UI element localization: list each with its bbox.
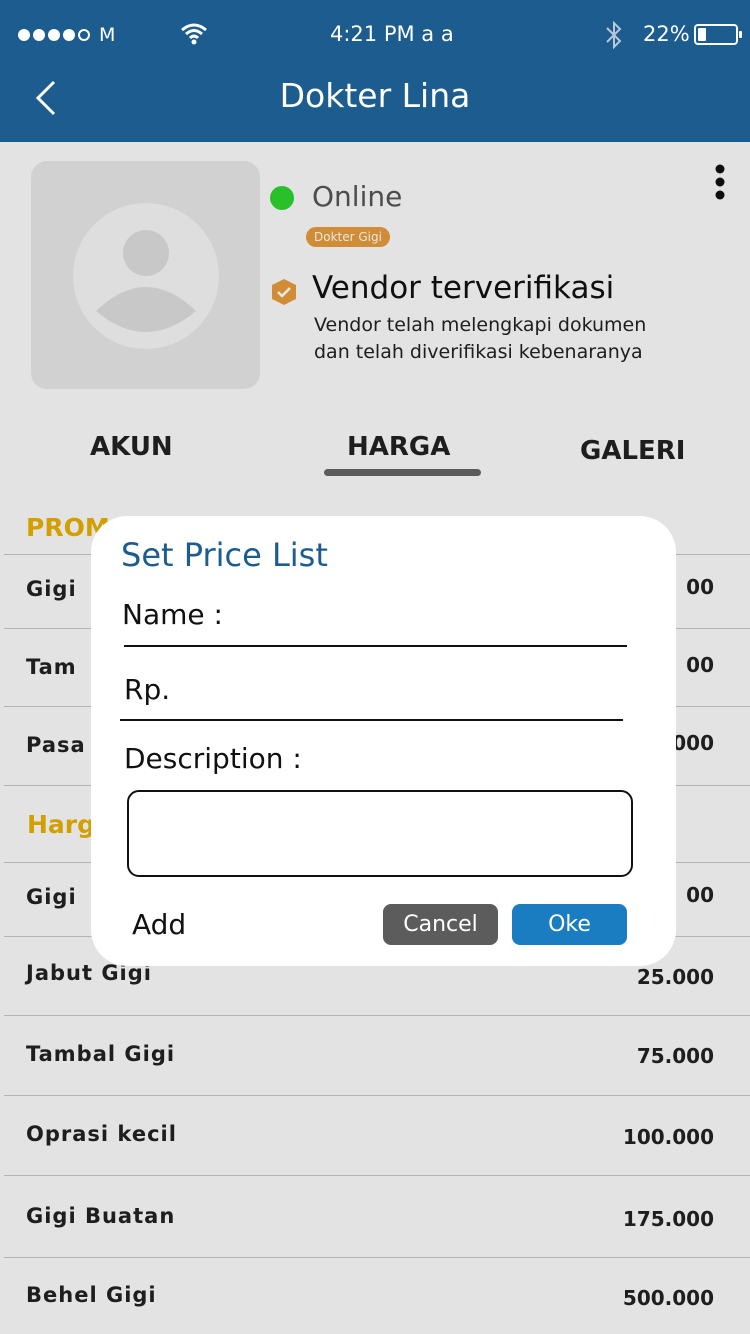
signal-dot-empty-icon	[78, 29, 90, 41]
signal-dot-icon	[18, 29, 30, 41]
battery-icon	[694, 24, 742, 45]
name-input[interactable]	[124, 645, 627, 647]
set-price-dialog: Set Price List Name : Rp. Description : …	[91, 516, 676, 966]
status-bar: M 4:21 PM a a 22%	[0, 18, 750, 54]
signal-dot-icon	[48, 29, 60, 41]
price-label: Rp.	[124, 673, 171, 706]
bluetooth-icon	[606, 20, 622, 50]
add-button[interactable]: Add	[132, 908, 186, 941]
price-input[interactable]	[120, 719, 623, 721]
page-title: Dokter Lina	[279, 76, 471, 115]
signal-dot-icon	[63, 29, 75, 41]
clock: 4:21 PM a a	[330, 22, 454, 46]
app-header: M 4:21 PM a a 22% Dokter Lina	[0, 0, 750, 142]
wifi-icon	[181, 23, 207, 45]
battery-level	[698, 28, 706, 41]
description-label: Description :	[124, 742, 302, 775]
signal-indicator: M	[18, 24, 115, 46]
name-label: Name :	[122, 598, 223, 631]
signal-dot-icon	[33, 29, 45, 41]
dialog-title: Set Price List	[121, 536, 328, 574]
description-field[interactable]	[127, 790, 633, 877]
cancel-button[interactable]: Cancel	[383, 904, 498, 945]
ok-button[interactable]: Oke	[512, 904, 627, 945]
battery-percent: 22%	[643, 22, 690, 46]
carrier-name: M	[99, 24, 116, 46]
